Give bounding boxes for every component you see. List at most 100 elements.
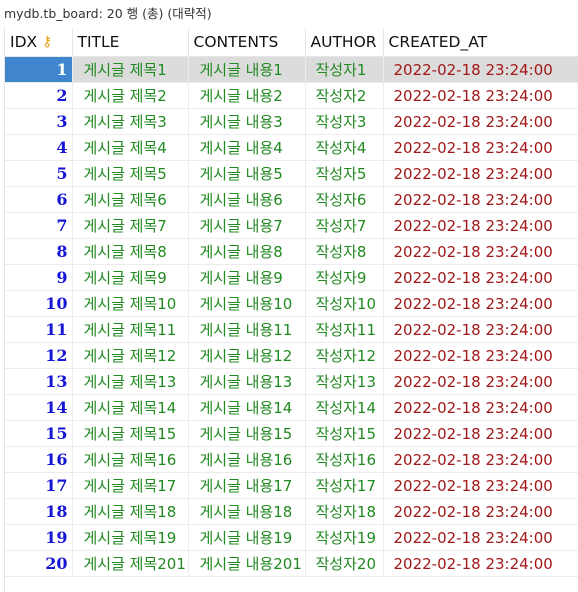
cell-contents[interactable]: 게시글 내용201 xyxy=(188,550,306,577)
cell-contents[interactable]: 게시글 내용5 xyxy=(188,160,306,187)
cell-idx[interactable]: 19 xyxy=(5,524,73,551)
cell-contents[interactable]: 게시글 내용19 xyxy=(188,524,306,551)
table-row[interactable]: 12 게시글 제목12 게시글 내용12 작성자12 2022-02-18 23:24:… xyxy=(5,342,578,369)
table-row[interactable]: 11 게시글 제목11 게시글 내용11 작성자11 2022-02-18 23:24:… xyxy=(5,316,578,343)
cell-title[interactable]: 게시글 제목12 xyxy=(72,342,189,369)
table-row[interactable]: 7 게시글 제목7 게시글 내용7 작성자7 2022-02-18 23:24:00 xyxy=(5,212,578,239)
table-row[interactable]: 8 게시글 제목8 게시글 내용8 작성자8 2022-02-18 23:24:00 xyxy=(5,238,578,265)
cell-author[interactable]: 작성자17 xyxy=(305,472,384,499)
table-row[interactable]: 17 게시글 제목17 게시글 내용17 작성자17 2022-02-18 23:24:… xyxy=(5,472,578,499)
cell-author[interactable]: 작성자13 xyxy=(305,368,384,395)
cell-contents[interactable]: 게시글 내용11 xyxy=(188,316,306,343)
table-row[interactable]: 19 게시글 제목19 게시글 내용19 작성자19 2022-02-18 23:24:… xyxy=(5,524,578,551)
cell-author[interactable]: 작성자4 xyxy=(305,134,384,161)
cell-idx[interactable]: 16 xyxy=(5,446,73,473)
cell-contents[interactable]: 게시글 내용15 xyxy=(188,420,306,447)
cell-created-at[interactable]: 2022-02-18 23:24:00 xyxy=(383,290,578,317)
cell-title[interactable]: 게시글 제목201 xyxy=(72,550,189,577)
cell-idx[interactable]: 18 xyxy=(5,498,73,525)
cell-author[interactable]: 작성자8 xyxy=(305,238,384,265)
cell-idx[interactable]: 4 xyxy=(5,134,73,161)
cell-title[interactable]: 게시글 제목19 xyxy=(72,524,189,551)
cell-author[interactable]: 작성자19 xyxy=(305,524,384,551)
column-header-idx[interactable]: IDX ⚷ xyxy=(5,28,73,57)
cell-title[interactable]: 게시글 제목14 xyxy=(72,394,189,421)
cell-contents[interactable]: 게시글 내용4 xyxy=(188,134,306,161)
cell-created-at[interactable]: 2022-02-18 23:24:00 xyxy=(383,420,578,447)
cell-idx[interactable]: 6 xyxy=(5,186,73,213)
table-row[interactable]: 20 게시글 제목201 게시글 내용201 작성자20 2022-02-18 23:2… xyxy=(5,550,578,577)
cell-author[interactable]: 작성자7 xyxy=(305,212,384,239)
cell-title[interactable]: 게시글 제목6 xyxy=(72,186,189,213)
cell-contents[interactable]: 게시글 내용12 xyxy=(188,342,306,369)
cell-idx[interactable]: 5 xyxy=(5,160,73,187)
cell-created-at[interactable]: 2022-02-18 23:24:00 xyxy=(383,472,578,499)
table-row[interactable]: 16 게시글 제목16 게시글 내용16 작성자16 2022-02-18 23:24:… xyxy=(5,446,578,473)
table-row[interactable]: 13 게시글 제목13 게시글 내용13 작성자13 2022-02-18 23:24:… xyxy=(5,368,578,395)
cell-created-at[interactable]: 2022-02-18 23:24:00 xyxy=(383,316,578,343)
cell-title[interactable]: 게시글 제목15 xyxy=(72,420,189,447)
cell-created-at[interactable]: 2022-02-18 23:24:00 xyxy=(383,524,578,551)
cell-idx[interactable]: 3 xyxy=(5,108,73,135)
cell-contents[interactable]: 게시글 내용18 xyxy=(188,498,306,525)
cell-title[interactable]: 게시글 제목10 xyxy=(72,290,189,317)
table-row[interactable]: 5 게시글 제목5 게시글 내용5 작성자5 2022-02-18 23:24:00 xyxy=(5,160,578,187)
cell-created-at[interactable]: 2022-02-18 23:24:00 xyxy=(383,446,578,473)
cell-contents[interactable]: 게시글 내용1 xyxy=(188,56,306,83)
cell-author[interactable]: 작성자15 xyxy=(305,420,384,447)
cell-created-at[interactable]: 2022-02-18 23:24:00 xyxy=(383,186,578,213)
cell-author[interactable]: 작성자16 xyxy=(305,446,384,473)
cell-created-at[interactable]: 2022-02-18 23:24:00 xyxy=(383,342,578,369)
cell-contents[interactable]: 게시글 내용7 xyxy=(188,212,306,239)
cell-title[interactable]: 게시글 제목1 xyxy=(72,56,189,83)
cell-created-at[interactable]: 2022-02-18 23:24:00 xyxy=(383,498,578,525)
cell-contents[interactable]: 게시글 내용10 xyxy=(188,290,306,317)
cell-contents[interactable]: 게시글 내용14 xyxy=(188,394,306,421)
cell-author[interactable]: 작성자10 xyxy=(305,290,384,317)
table-row[interactable]: 3 게시글 제목3 게시글 내용3 작성자3 2022-02-18 23:24:00 xyxy=(5,108,578,135)
cell-idx[interactable]: 14 xyxy=(5,394,73,421)
cell-author[interactable]: 작성자2 xyxy=(305,82,384,109)
cell-created-at[interactable]: 2022-02-18 23:24:00 xyxy=(383,160,578,187)
cell-author[interactable]: 작성자14 xyxy=(305,394,384,421)
cell-title[interactable]: 게시글 제목3 xyxy=(72,108,189,135)
cell-author[interactable]: 작성자9 xyxy=(305,264,384,291)
table-row[interactable]: 10 게시글 제목10 게시글 내용10 작성자10 2022-02-18 23:24:… xyxy=(5,290,578,317)
cell-created-at[interactable]: 2022-02-18 23:24:00 xyxy=(383,212,578,239)
cell-idx[interactable]: 12 xyxy=(5,342,73,369)
cell-title[interactable]: 게시글 제목11 xyxy=(72,316,189,343)
cell-author[interactable]: 작성자1 xyxy=(305,56,384,83)
cell-created-at[interactable]: 2022-02-18 23:24:00 xyxy=(383,550,578,577)
cell-title[interactable]: 게시글 제목9 xyxy=(72,264,189,291)
table-row[interactable]: 9 게시글 제목9 게시글 내용9 작성자9 2022-02-18 23:24:00 xyxy=(5,264,578,291)
cell-title[interactable]: 게시글 제목16 xyxy=(72,446,189,473)
cell-idx[interactable]: 11 xyxy=(5,316,73,343)
cell-created-at[interactable]: 2022-02-18 23:24:00 xyxy=(383,134,578,161)
cell-created-at[interactable]: 2022-02-18 23:24:00 xyxy=(383,264,578,291)
cell-contents[interactable]: 게시글 내용9 xyxy=(188,264,306,291)
cell-created-at[interactable]: 2022-02-18 23:24:00 xyxy=(383,394,578,421)
cell-author[interactable]: 작성자6 xyxy=(305,186,384,213)
results-table[interactable]: IDX ⚷ TITLE CONTENTS AUTHOR CREATED_AT 1게… xyxy=(5,28,578,577)
cell-title[interactable]: 게시글 제목13 xyxy=(72,368,189,395)
cell-contents[interactable]: 게시글 내용17 xyxy=(188,472,306,499)
cell-title[interactable]: 게시글 제목7 xyxy=(72,212,189,239)
cell-idx[interactable]: 2 xyxy=(5,82,73,109)
cell-contents[interactable]: 게시글 내용6 xyxy=(188,186,306,213)
cell-contents[interactable]: 게시글 내용16 xyxy=(188,446,306,473)
cell-author[interactable]: 작성자5 xyxy=(305,160,384,187)
column-header-author[interactable]: AUTHOR xyxy=(305,28,384,57)
cell-title[interactable]: 게시글 제목5 xyxy=(72,160,189,187)
cell-idx[interactable]: 20 xyxy=(5,550,73,577)
cell-title[interactable]: 게시글 제목2 xyxy=(72,82,189,109)
table-row[interactable]: 6 게시글 제목6 게시글 내용6 작성자6 2022-02-18 23:24:00 xyxy=(5,186,578,213)
cell-idx[interactable]: 9 xyxy=(5,264,73,291)
cell-created-at[interactable]: 2022-02-18 23:24:00 xyxy=(383,238,578,265)
cell-author[interactable]: 작성자18 xyxy=(305,498,384,525)
cell-title[interactable]: 게시글 제목4 xyxy=(72,134,189,161)
cell-created-at[interactable]: 2022-02-18 23:24:00 xyxy=(383,56,578,83)
cell-created-at[interactable]: 2022-02-18 23:24:00 xyxy=(383,82,578,109)
table-row[interactable]: 4 게시글 제목4 게시글 내용4 작성자4 2022-02-18 23:24:00 xyxy=(5,134,578,161)
table-row[interactable]: 2 게시글 제목2 게시글 내용2 작성자2 2022-02-18 23:24:00 xyxy=(5,82,578,109)
table-row[interactable]: 15 게시글 제목15 게시글 내용15 작성자15 2022-02-18 23:24:… xyxy=(5,420,578,447)
